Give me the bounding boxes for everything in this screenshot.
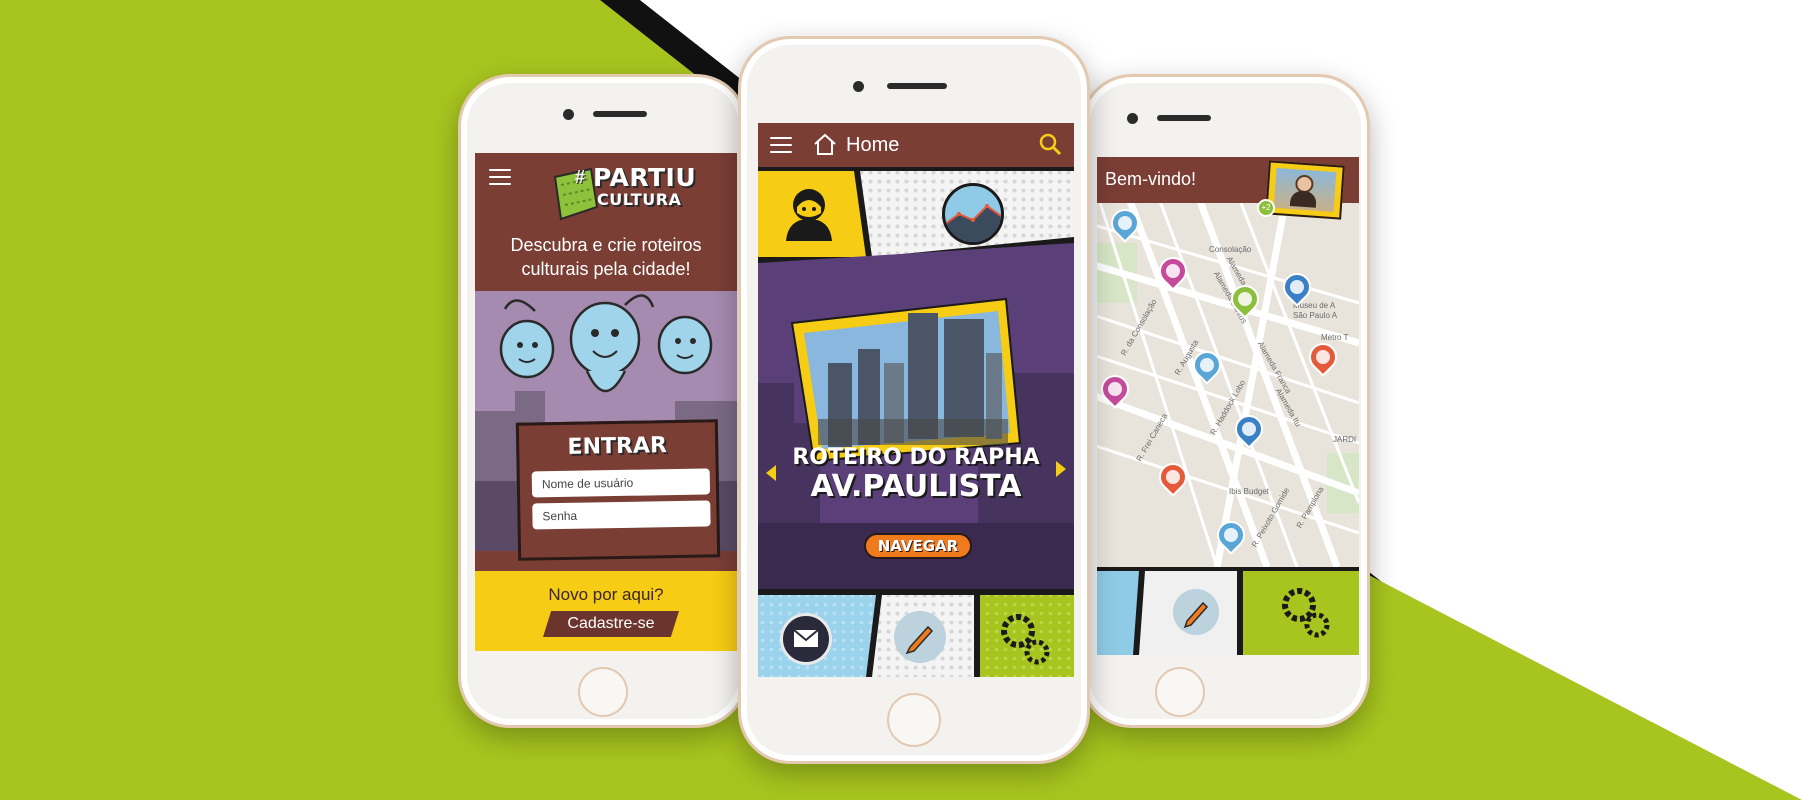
new-here-text: Novo por aqui? — [548, 585, 664, 604]
gears-icon[interactable] — [1277, 583, 1337, 643]
home-button[interactable] — [1155, 667, 1205, 717]
house-icon[interactable] — [812, 132, 838, 156]
phone-home: Home ROTEIRO DO RAPHA AV.PAULISTA NAVEGA… — [738, 36, 1090, 764]
route-title: ROTEIRO DO RAPHA AV.PAULISTA — [758, 445, 1074, 503]
logo-line2: CULTURA — [597, 190, 682, 209]
route-title-line2: AV.PAULISTA — [810, 469, 1022, 504]
tagline-line2: culturais pela cidade! — [521, 259, 691, 279]
friends-badge-count: +2 — [1261, 203, 1271, 212]
home-button[interactable] — [887, 693, 941, 747]
logo-line1: PARTIU — [593, 163, 697, 192]
tagline: Descubra e crie roteiros culturais pela … — [475, 233, 737, 281]
pencil-icon[interactable] — [1173, 589, 1219, 635]
home-screen: Home ROTEIRO DO RAPHA AV.PAULISTA NAVEGA… — [758, 123, 1074, 677]
password-field[interactable]: Senha — [532, 500, 711, 530]
camera — [563, 109, 574, 120]
friends-badge: +2 — [1257, 199, 1275, 217]
map-bottom-tiles — [1097, 567, 1359, 655]
login-box: ENTRAR Nome de usuário Senha — [515, 419, 721, 561]
map-label: Consolação — [1209, 245, 1252, 254]
logo-text: PARTIU CULTURA — [593, 165, 696, 209]
home-button[interactable] — [578, 667, 628, 717]
tagline-line1: Descubra e crie roteiros — [510, 235, 702, 255]
map-label: Ibis Budget — [1229, 487, 1270, 496]
logo: # PARTIU CULTURA — [551, 163, 696, 227]
pencil-icon[interactable] — [894, 611, 946, 663]
username-field[interactable]: Nome de usuário — [531, 468, 711, 498]
map-label: JARDI — [1333, 435, 1357, 444]
map-screen: Consolação Museu de A São Paulo A Metro … — [1097, 157, 1359, 655]
speaker — [887, 83, 947, 89]
login-title: ENTRAR — [567, 433, 668, 460]
camera — [853, 81, 864, 92]
search-icon[interactable] — [1038, 132, 1064, 158]
phone-login: # PARTIU CULTURA Descubra e crie roteiro… — [458, 74, 748, 728]
logo-hash: # — [575, 167, 586, 187]
hamburger-icon[interactable] — [770, 137, 792, 153]
speaker — [1157, 115, 1211, 121]
profile-icon[interactable] — [784, 183, 834, 241]
signup-panel: Novo por aqui? Cadastre-se — [475, 571, 737, 651]
map-label: Metro T — [1321, 333, 1349, 342]
login-screen: # PARTIU CULTURA Descubra e crie roteiro… — [475, 153, 737, 651]
camera — [1127, 113, 1138, 124]
map[interactable]: Consolação Museu de A São Paulo A Metro … — [1097, 203, 1359, 567]
page-title: Home — [846, 134, 900, 156]
login-header: # PARTIU CULTURA Descubra e crie roteiro… — [475, 153, 737, 291]
gears-icon[interactable] — [994, 607, 1058, 671]
home-topbar: Home — [758, 123, 1074, 167]
hamburger-icon[interactable] — [489, 169, 511, 185]
speaker — [593, 111, 647, 117]
mail-icon[interactable] — [780, 613, 832, 665]
phone-map: Consolação Museu de A São Paulo A Metro … — [1080, 74, 1370, 728]
welcome-text: Bem-vindo! — [1105, 169, 1197, 189]
map-label: São Paulo A — [1293, 311, 1338, 320]
map-topbar: Bem-vindo! +2 — [1097, 157, 1359, 220]
navigate-button[interactable]: NAVEGAR — [864, 533, 972, 559]
stats-icon[interactable] — [942, 183, 1004, 245]
signup-button[interactable]: Cadastre-se — [543, 611, 679, 637]
avatar[interactable] — [1265, 160, 1345, 220]
route-title-line1: ROTEIRO DO RAPHA — [792, 445, 1040, 470]
